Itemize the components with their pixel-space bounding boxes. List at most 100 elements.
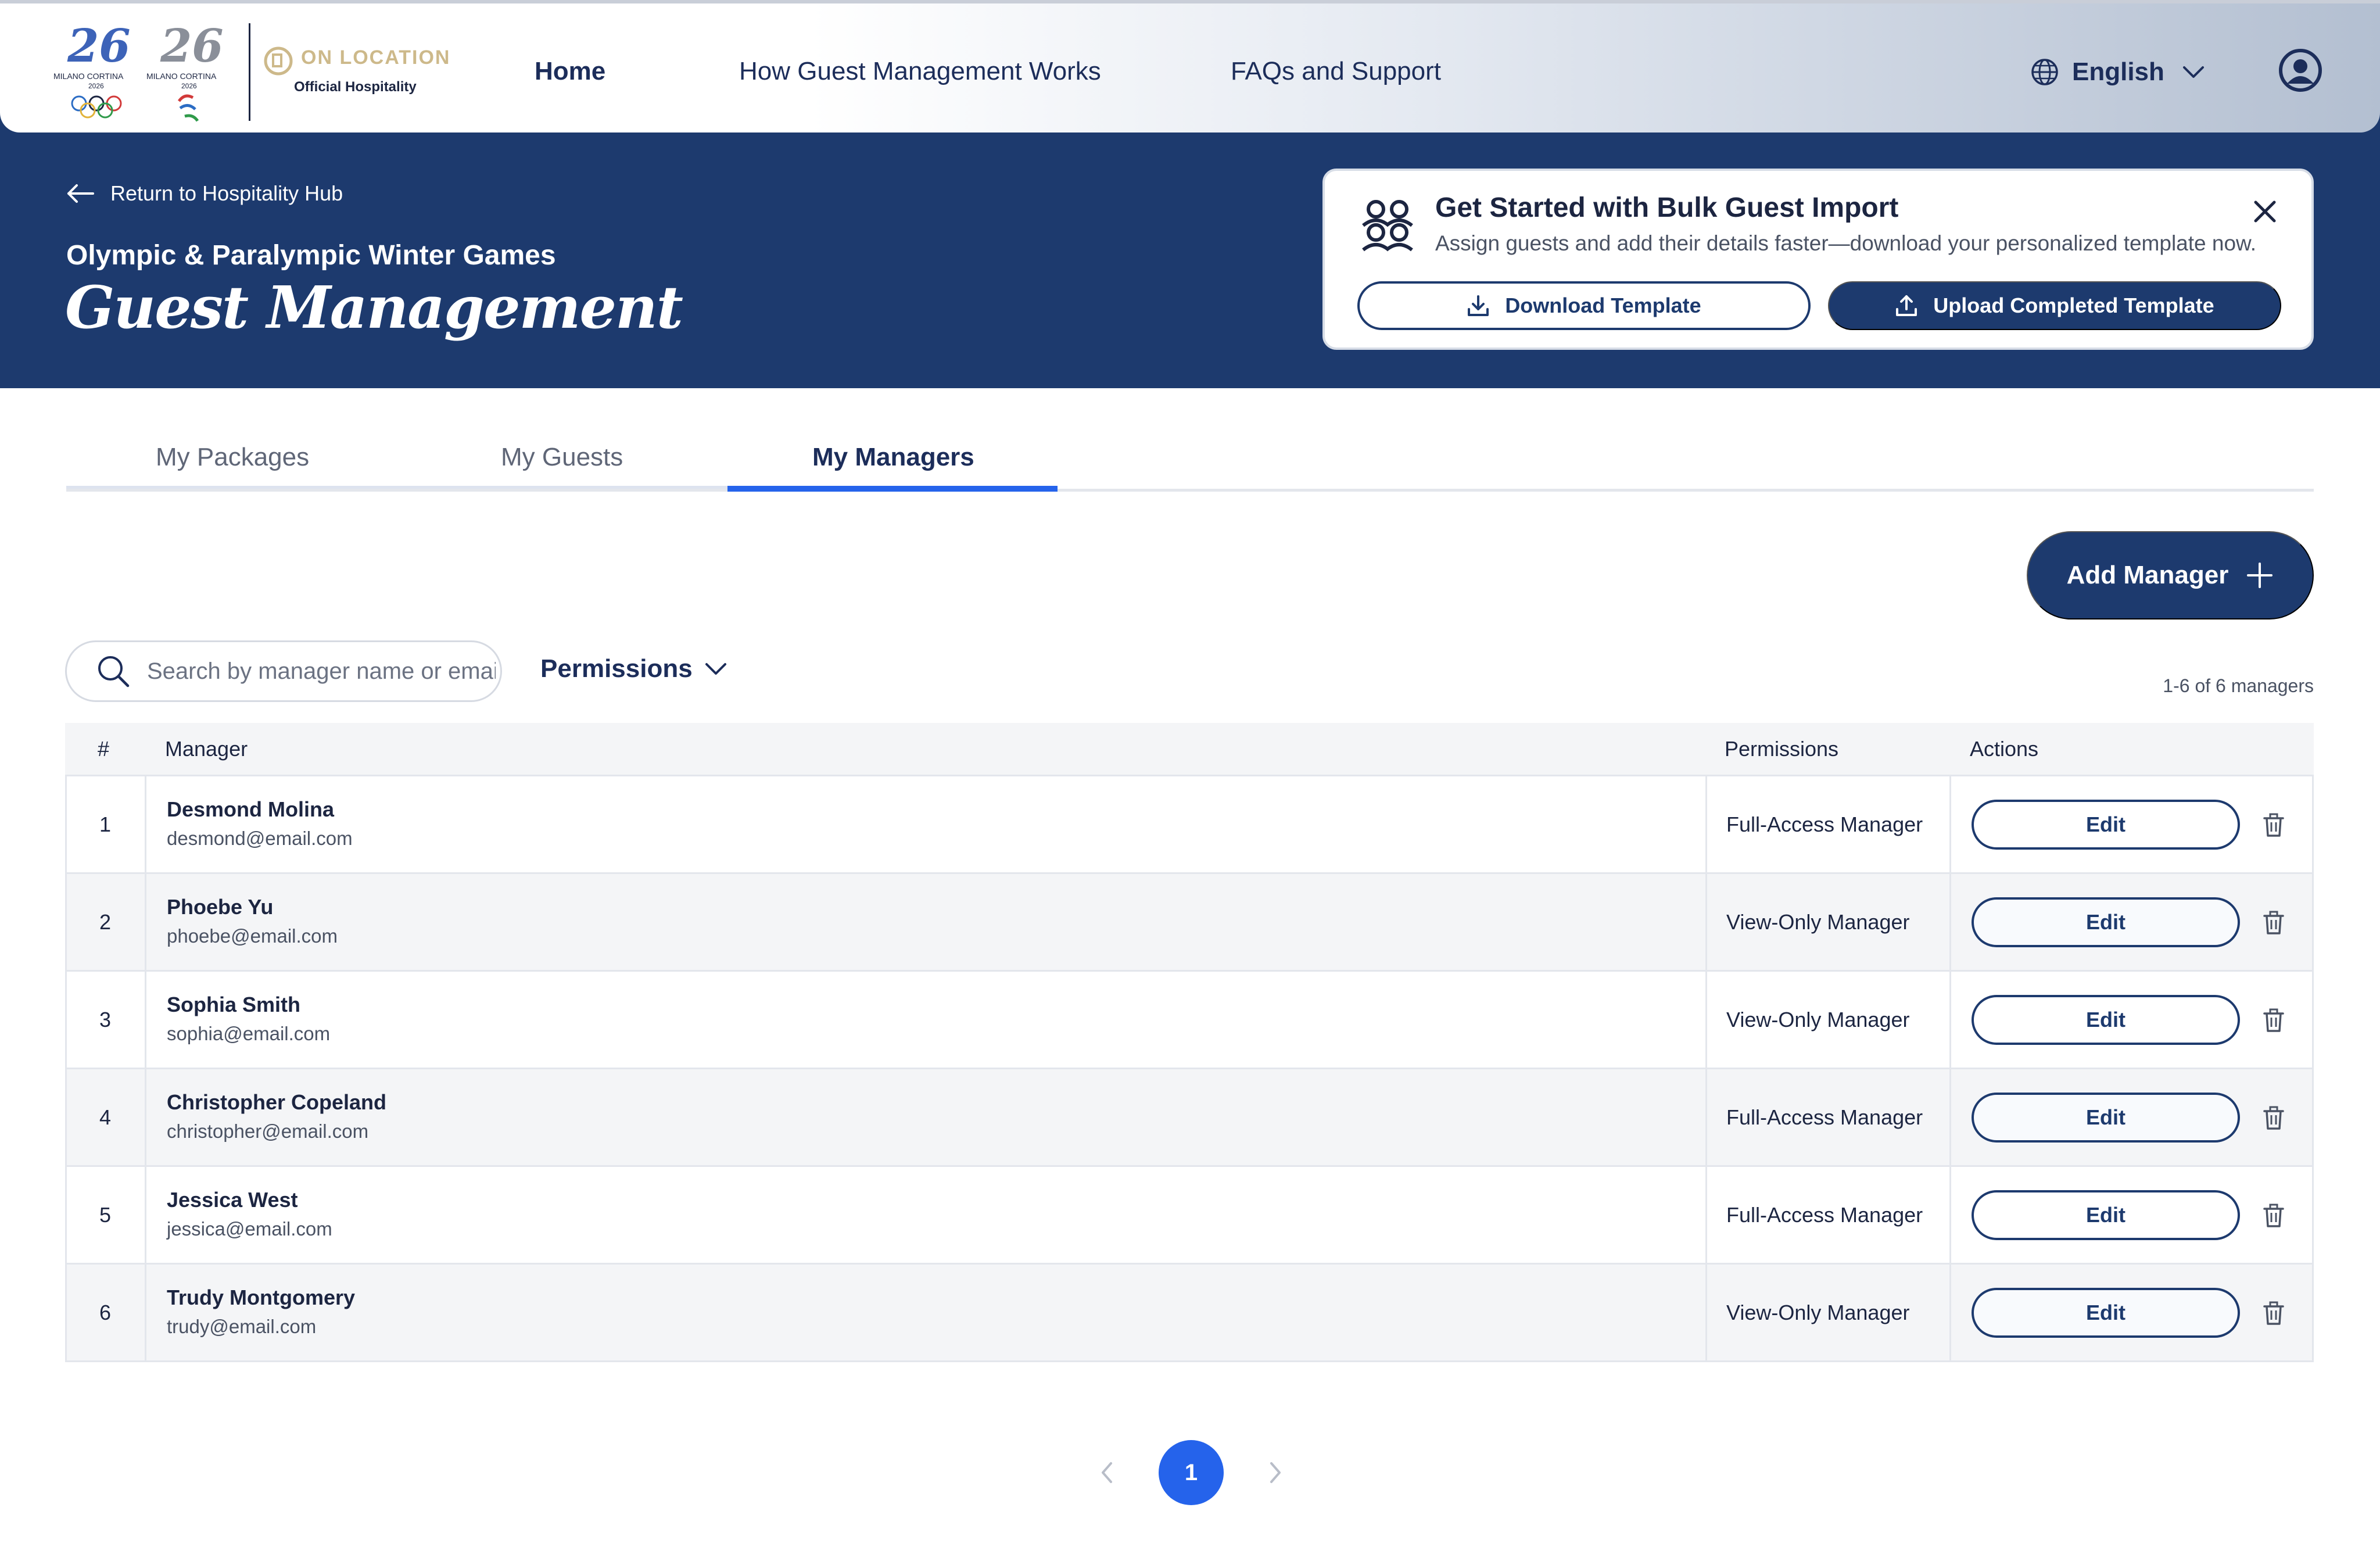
tab-my-managers[interactable]: My Managers bbox=[812, 443, 974, 472]
manager-permission: Full-Access Manager bbox=[1726, 1203, 1923, 1227]
edit-manager-button[interactable]: Edit bbox=[1972, 995, 2240, 1045]
table-header: # Manager Permissions Actions bbox=[65, 723, 2314, 776]
table-row: 3 Sophia Smith sophia@email.com View-Onl… bbox=[65, 972, 2314, 1069]
user-circle-icon bbox=[2279, 49, 2322, 92]
chevron-right-icon bbox=[1270, 1462, 1281, 1483]
manager-permission: View-Only Manager bbox=[1726, 1008, 1910, 1032]
edit-manager-button[interactable]: Edit bbox=[1972, 800, 2240, 850]
on-location-logo-icon bbox=[264, 46, 293, 76]
add-manager-button[interactable]: Add Manager bbox=[2027, 531, 2314, 619]
brand-title: ON LOCATION bbox=[301, 46, 451, 69]
nav-faqs-and-support[interactable]: FAQs and Support bbox=[1231, 57, 1441, 86]
results-count: 1-6 of 6 managers bbox=[2163, 675, 2314, 696]
upload-icon bbox=[1896, 295, 1917, 316]
column-divider bbox=[145, 1167, 146, 1263]
add-manager-label: Add Manager bbox=[2066, 561, 2229, 589]
manager-email: sophia@email.com bbox=[167, 1023, 331, 1044]
active-tab-indicator bbox=[727, 486, 1058, 492]
column-divider bbox=[1705, 1265, 1707, 1360]
event-name: Olympic & Paralympic Winter Games bbox=[66, 240, 556, 271]
column-divider bbox=[1705, 1167, 1707, 1263]
previous-page-button[interactable] bbox=[1092, 1457, 1123, 1488]
milano-cortina-olympic-logo[interactable]: 26 MILANO CORTINA 2026 bbox=[51, 20, 144, 124]
manager-permission: View-Only Manager bbox=[1726, 910, 1910, 934]
manager-email: phoebe@email.com bbox=[167, 925, 338, 947]
svg-text:MILANO CORTINA: MILANO CORTINA bbox=[53, 71, 124, 81]
manager-name: Sophia Smith bbox=[167, 993, 301, 1016]
manager-name: Phoebe Yu bbox=[167, 895, 274, 919]
edit-manager-button[interactable]: Edit bbox=[1972, 897, 2240, 947]
svg-text:26: 26 bbox=[160, 20, 224, 73]
edit-manager-button[interactable]: Edit bbox=[1972, 1093, 2240, 1143]
delete-manager-button[interactable] bbox=[2260, 1202, 2288, 1230]
column-header-actions: Actions bbox=[1970, 737, 2039, 761]
manager-permission: View-Only Manager bbox=[1726, 1301, 1910, 1324]
edit-manager-button[interactable]: Edit bbox=[1972, 1190, 2240, 1240]
manager-name: Jessica West bbox=[167, 1188, 298, 1212]
trash-icon bbox=[2263, 1204, 2284, 1227]
chevron-left-icon bbox=[1102, 1462, 1112, 1483]
plus-icon bbox=[2247, 563, 2273, 588]
top-navigation: 26 MILANO CORTINA 2026 26 MILANO CORTINA… bbox=[0, 0, 2380, 132]
download-template-label: Download Template bbox=[1505, 293, 1701, 317]
nav-home[interactable]: Home bbox=[535, 57, 605, 86]
svg-text:2026: 2026 bbox=[181, 82, 197, 90]
tab-my-packages[interactable]: My Packages bbox=[156, 443, 309, 472]
language-selector[interactable]: English bbox=[2030, 55, 2205, 89]
return-to-hospitality-hub-link[interactable]: Return to Hospitality Hub bbox=[66, 181, 343, 206]
delete-manager-button[interactable] bbox=[2260, 1299, 2288, 1327]
upload-completed-template-button[interactable]: Upload Completed Template bbox=[1828, 281, 2281, 330]
close-import-card-button[interactable] bbox=[2249, 195, 2281, 228]
next-page-button[interactable] bbox=[1260, 1457, 1290, 1488]
trash-icon bbox=[2263, 911, 2284, 934]
delete-manager-button[interactable] bbox=[2260, 909, 2288, 937]
delete-manager-button[interactable] bbox=[2260, 1104, 2288, 1132]
row-number: 2 bbox=[99, 910, 112, 934]
import-card-title: Get Started with Bulk Guest Import bbox=[1435, 192, 1899, 223]
column-divider bbox=[1949, 874, 1951, 970]
arrow-left-icon bbox=[67, 184, 94, 203]
manager-email: christopher@email.com bbox=[167, 1120, 369, 1142]
chevron-down-icon bbox=[2182, 66, 2204, 78]
search-input[interactable] bbox=[147, 658, 496, 685]
svg-text:26: 26 bbox=[67, 20, 131, 73]
delete-manager-button[interactable] bbox=[2260, 811, 2288, 839]
table-row: 6 Trudy Montgomery trudy@email.com View-… bbox=[65, 1265, 2314, 1362]
delete-manager-button[interactable] bbox=[2260, 1007, 2288, 1034]
row-number: 4 bbox=[99, 1105, 112, 1129]
table-row: 1 Desmond Molina desmond@email.com Full-… bbox=[65, 776, 2314, 874]
page-button-current[interactable]: 1 bbox=[1159, 1440, 1224, 1505]
table-row: 4 Christopher Copeland christopher@email… bbox=[65, 1069, 2314, 1167]
table-row: 5 Jessica West jessica@email.com Full-Ac… bbox=[65, 1167, 2314, 1265]
download-template-button[interactable]: Download Template bbox=[1357, 281, 1811, 330]
pagination: 1 bbox=[1092, 1440, 1290, 1505]
upload-template-label: Upload Completed Template bbox=[1933, 293, 2214, 317]
language-label: English bbox=[2072, 58, 2164, 86]
column-divider bbox=[1705, 776, 1707, 872]
people-group-icon bbox=[1362, 200, 1413, 252]
milano-cortina-paralympic-logo[interactable]: 26 MILANO CORTINA 2026 bbox=[144, 20, 237, 124]
manager-permission: Full-Access Manager bbox=[1726, 812, 1923, 836]
permissions-filter-label: Permissions bbox=[540, 654, 693, 683]
account-button[interactable] bbox=[2278, 48, 2323, 93]
row-number: 1 bbox=[99, 812, 112, 836]
tab-bar: My Packages My Guests My Managers bbox=[66, 431, 2314, 492]
row-number: 5 bbox=[99, 1203, 112, 1227]
edit-manager-button[interactable]: Edit bbox=[1972, 1288, 2240, 1338]
permissions-filter-dropdown[interactable]: Permissions bbox=[540, 654, 727, 683]
manager-name: Trudy Montgomery bbox=[167, 1285, 356, 1309]
row-number: 3 bbox=[99, 1008, 112, 1032]
on-location-brand[interactable]: ON LOCATION Official Hospitality bbox=[263, 42, 454, 106]
column-divider bbox=[145, 874, 146, 970]
column-divider bbox=[145, 972, 146, 1068]
column-divider bbox=[1705, 972, 1707, 1068]
column-divider bbox=[1949, 972, 1951, 1068]
trash-icon bbox=[2263, 813, 2284, 837]
svg-text:MILANO CORTINA: MILANO CORTINA bbox=[146, 71, 217, 81]
tab-my-guests[interactable]: My Guests bbox=[501, 443, 623, 472]
search-icon bbox=[98, 656, 130, 687]
manager-email: trudy@email.com bbox=[167, 1316, 317, 1337]
column-header-number: # bbox=[98, 737, 110, 761]
column-divider bbox=[1705, 1069, 1707, 1165]
nav-how-guest-management-works[interactable]: How Guest Management Works bbox=[739, 57, 1101, 86]
